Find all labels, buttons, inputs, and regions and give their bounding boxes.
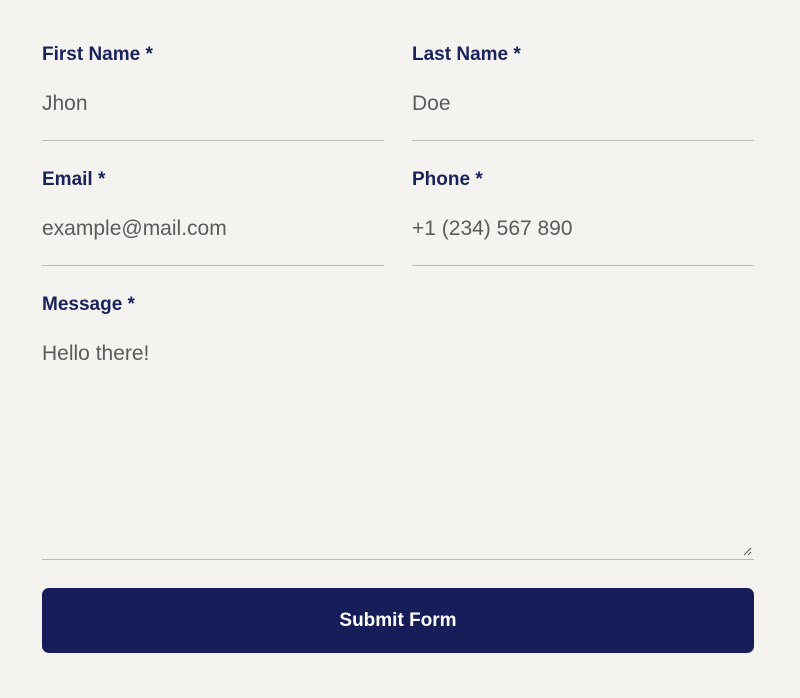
first-name-field: First Name * Jhon [42, 44, 384, 142]
contact-form: First Name * Jhon Last Name * Doe Email … [42, 0, 754, 698]
last-name-input[interactable]: Doe [412, 92, 451, 116]
phone-field: Phone * +1 (234) 567 890 [412, 169, 754, 267]
last-name-label: Last Name * [412, 44, 521, 65]
email-field: Email * example@mail.com [42, 169, 384, 267]
resize-grip-icon[interactable] [742, 546, 752, 556]
first-name-input[interactable]: Jhon [42, 92, 88, 116]
message-label: Message * [42, 294, 135, 315]
email-underline [42, 265, 384, 266]
first-name-label: First Name * [42, 44, 153, 65]
phone-input[interactable]: +1 (234) 567 890 [412, 217, 573, 241]
last-name-field: Last Name * Doe [412, 44, 754, 142]
phone-label: Phone * [412, 169, 483, 190]
first-name-underline [42, 140, 384, 141]
email-input[interactable]: example@mail.com [42, 217, 227, 241]
phone-underline [412, 265, 754, 266]
last-name-underline [412, 140, 754, 141]
submit-button[interactable]: Submit Form [42, 588, 754, 653]
message-field: Message * Hello there! [42, 294, 754, 561]
message-underline [42, 559, 754, 560]
email-label: Email * [42, 169, 106, 190]
message-textarea[interactable]: Hello there! [42, 342, 149, 366]
